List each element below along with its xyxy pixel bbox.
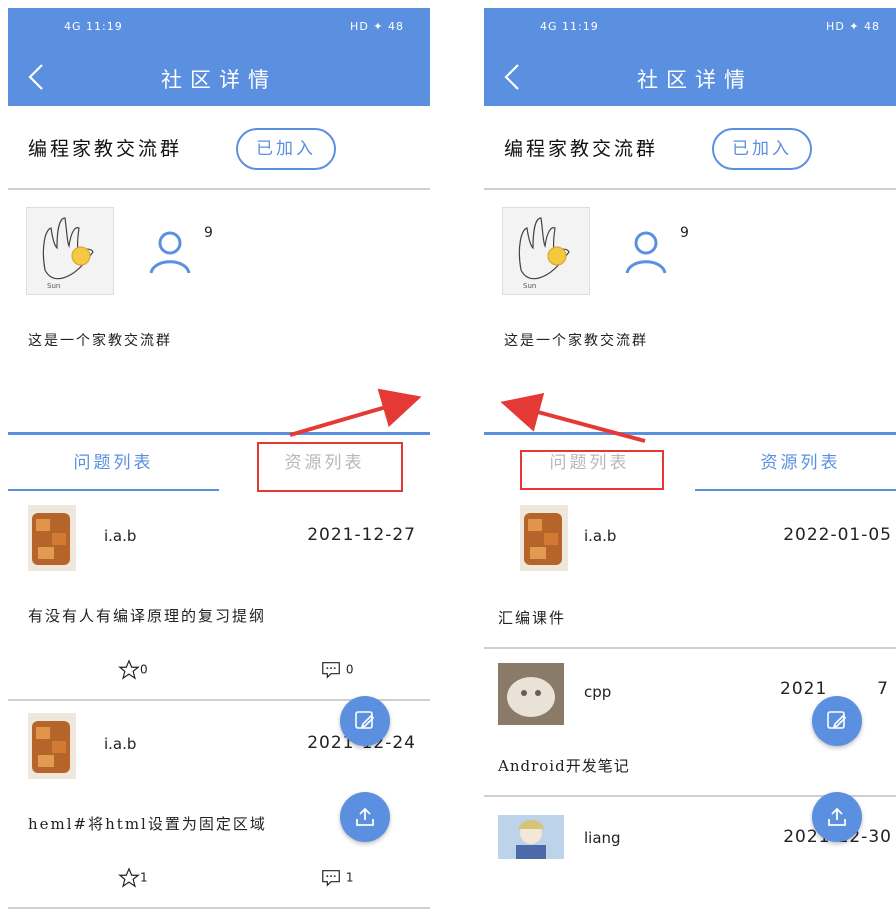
- svg-text:Sun: Sun: [523, 282, 536, 290]
- status-right: HD ✦ 48: [826, 20, 880, 33]
- group-description: 这是一个家教交流群: [28, 333, 172, 349]
- like-button[interactable]: 0: [118, 659, 148, 681]
- members-icon: [146, 228, 194, 276]
- upload-icon: [356, 807, 374, 826]
- resource-title: 汇编课件: [498, 609, 567, 627]
- user-avatar: [498, 663, 564, 725]
- right-phone-screen: 4G 11:19 HD ✦ 48 社区详情 编程家教交流群 已加入 Sun 9 …: [484, 8, 896, 917]
- group-description: 这是一个家教交流群: [504, 333, 648, 349]
- status-bar: 4G 11:19 HD ✦ 48: [484, 8, 896, 48]
- post-author: i.a.b: [104, 527, 137, 545]
- tab-resources[interactable]: 资源列表: [695, 435, 896, 491]
- comment-icon: [322, 870, 340, 887]
- post-author: cpp: [584, 683, 612, 701]
- user-avatar: [28, 505, 76, 571]
- user-avatar: [498, 815, 564, 859]
- post-author: liang: [584, 829, 621, 847]
- comment-button[interactable]: 0: [320, 659, 353, 681]
- post-date: 2021: [780, 679, 828, 699]
- post-date: 2021-12-27: [307, 525, 416, 545]
- edit-icon: [355, 711, 375, 729]
- post-author: i.a.b: [104, 735, 137, 753]
- group-avatar: Sun: [502, 207, 590, 295]
- page-title: 社区详情: [161, 68, 277, 92]
- like-button[interactable]: 1: [118, 867, 148, 889]
- edit-icon: [827, 711, 847, 729]
- like-count: 0: [140, 662, 148, 677]
- post-author: i.a.b: [584, 527, 617, 545]
- comment-button[interactable]: 1: [320, 867, 353, 889]
- edit-fab-button[interactable]: [812, 696, 862, 746]
- upload-fab-button[interactable]: [812, 792, 862, 842]
- user-avatar: [520, 505, 568, 571]
- comment-count: 0: [345, 662, 354, 677]
- svg-text:Sun: Sun: [47, 282, 60, 290]
- group-info: Sun 9 这是一个家教交流群: [8, 190, 430, 432]
- list-item[interactable]: i.a.b 2022-01-05 汇编课件: [484, 493, 896, 649]
- member-count: 9: [680, 225, 689, 241]
- highlight-box-resources-tab: [257, 442, 403, 492]
- upload-icon: [828, 807, 846, 826]
- page-title: 社区详情: [637, 68, 753, 92]
- group-header: 编程家教交流群 已加入: [484, 106, 896, 190]
- group-name: 编程家教交流群: [28, 138, 183, 160]
- status-left: 4G 11:19: [540, 20, 599, 33]
- user-avatar: [28, 713, 76, 779]
- highlight-box-questions-tab: [520, 450, 664, 490]
- post-date: 2022-01-05: [783, 525, 892, 545]
- tab-questions[interactable]: 问题列表: [8, 435, 219, 491]
- post-title: 有没有人有编译原理的复习提纲: [28, 607, 267, 625]
- list-item[interactable]: i.a.b 2021-12-27 有没有人有编译原理的复习提纲 0 0: [8, 493, 430, 701]
- status-bar: 4G 11:19 HD ✦ 48: [8, 8, 430, 48]
- group-header: 编程家教交流群 已加入: [8, 106, 430, 190]
- comment-count: 1: [345, 870, 354, 885]
- nav-bar: 社区详情: [8, 48, 430, 106]
- joined-button[interactable]: 已加入: [236, 128, 336, 170]
- group-avatar: Sun: [26, 207, 114, 295]
- upload-fab-button[interactable]: [340, 792, 390, 842]
- group-name: 编程家教交流群: [504, 138, 659, 160]
- post-title: heml#将html设置为固定区域: [28, 815, 267, 833]
- star-icon: [118, 867, 140, 888]
- member-count: 9: [204, 225, 213, 241]
- like-count: 1: [140, 870, 148, 885]
- nav-bar: 社区详情: [484, 48, 896, 106]
- group-info: Sun 9 这是一个家教交流群: [484, 190, 896, 432]
- status-right: HD ✦ 48: [350, 20, 404, 33]
- star-icon: [118, 659, 140, 680]
- comment-icon: [322, 662, 340, 679]
- edit-fab-button[interactable]: [340, 696, 390, 746]
- members-icon: [622, 228, 670, 276]
- status-left: 4G 11:19: [64, 20, 123, 33]
- post-date-tail: 7: [877, 679, 888, 699]
- resource-title: Android开发笔记: [498, 757, 630, 775]
- left-phone-screen: 4G 11:19 HD ✦ 48 社区详情 编程家教交流群 已加入 Sun 9 …: [8, 8, 430, 917]
- joined-button[interactable]: 已加入: [712, 128, 812, 170]
